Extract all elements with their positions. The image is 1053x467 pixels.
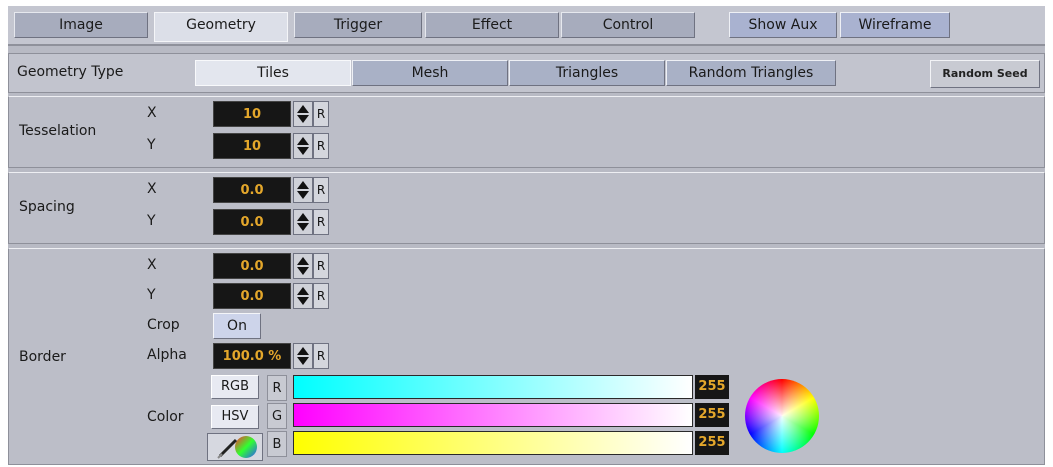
spacing-y-reset-button[interactable]: R [313,209,329,235]
geometry-type-label: Geometry Type [17,64,124,80]
border-label: Border [19,349,66,365]
arrow-up-icon [297,347,309,355]
border-y-field[interactable]: 0.0 [213,283,291,309]
tab-image[interactable]: Image [14,12,148,38]
random-seed-button[interactable]: Random Seed [930,60,1040,88]
arrow-down-icon [297,191,309,199]
channel-r-value[interactable]: 255 [695,375,729,399]
spacing-y-stepper[interactable] [293,209,313,235]
border-x-label: X [147,257,157,273]
geometry-type-mesh[interactable]: Mesh [352,60,508,86]
tesselation-panel: Tesselation X Y 10 R 10 R [8,96,1045,168]
channel-r-slider[interactable] [293,375,693,399]
tesselation-x-field[interactable]: 10 [213,101,291,127]
tesselation-y-reset-button[interactable]: R [313,133,329,159]
tesselation-label: Tesselation [19,123,97,139]
arrow-down-icon [297,115,309,123]
geometry-type-tiles[interactable]: Tiles [195,60,351,86]
spacing-panel: Spacing X Y 0.0 R 0.0 R [8,172,1045,244]
arrow-up-icon [297,287,309,295]
arrow-up-icon [297,137,309,145]
tesselation-x-reset-button[interactable]: R [313,101,329,127]
tesselation-y-stepper[interactable] [293,133,313,159]
eyedropper-icon [217,436,257,459]
spacing-y-field[interactable]: 0.0 [213,209,291,235]
spacing-x-reset-button[interactable]: R [313,177,329,203]
geometry-type-random-triangles[interactable]: Random Triangles [666,60,836,86]
tesselation-x-stepper[interactable] [293,101,313,127]
channel-g-slider[interactable] [293,403,693,427]
border-y-reset-button[interactable]: R [313,283,329,309]
geometry-type-row: Geometry Type Tiles Mesh Triangles Rando… [8,53,1045,93]
spacing-label: Spacing [19,199,75,215]
arrow-down-icon [297,223,309,231]
crop-label: Crop [147,317,180,333]
alpha-label: Alpha [147,347,187,363]
channel-b-label: B [267,431,287,457]
border-y-stepper[interactable] [293,283,313,309]
spacing-x-label: X [147,181,157,197]
border-y-label: Y [147,287,156,303]
tesselation-y-label: Y [147,137,156,153]
arrow-up-icon [297,181,309,189]
channel-b-slider[interactable] [293,431,693,455]
crop-toggle[interactable]: On [213,313,261,339]
arrow-up-icon [297,257,309,265]
border-x-field[interactable]: 0.0 [213,253,291,279]
geometry-type-triangles[interactable]: Triangles [509,60,665,86]
alpha-stepper[interactable] [293,343,313,369]
border-x-reset-button[interactable]: R [313,253,329,279]
color-label: Color [147,409,184,425]
tab-geometry[interactable]: Geometry [154,12,288,42]
channel-g-label: G [267,403,287,429]
arrow-down-icon [297,267,309,275]
tab-control[interactable]: Control [561,12,695,38]
tab-trigger[interactable]: Trigger [294,12,422,38]
spacing-y-label: Y [147,213,156,229]
border-x-stepper[interactable] [293,253,313,279]
arrow-up-icon [297,105,309,113]
alpha-reset-button[interactable]: R [313,343,329,369]
arrow-down-icon [297,297,309,305]
tab-effect[interactable]: Effect [425,12,559,38]
border-panel: Border X 0.0 R Y 0.0 R Crop On Alpha 100… [8,248,1045,465]
color-picker-button[interactable] [207,433,263,461]
channel-g-value[interactable]: 255 [695,403,729,427]
alpha-field[interactable]: 100.0 % [213,343,291,369]
spacing-x-stepper[interactable] [293,177,313,203]
wireframe-button[interactable]: Wireframe [840,12,950,38]
channel-r-label: R [267,375,287,401]
arrow-down-icon [297,147,309,155]
arrow-down-icon [297,357,309,365]
color-wheel[interactable] [745,379,819,453]
tesselation-y-field[interactable]: 10 [213,133,291,159]
tab-bar: Image Geometry Trigger Effect Control Sh… [8,6,1045,46]
tesselation-x-label: X [147,105,157,121]
hsv-mode-button[interactable]: HSV [211,405,259,429]
show-aux-button[interactable]: Show Aux [729,12,837,38]
rgb-mode-button[interactable]: RGB [211,375,259,399]
spacing-x-field[interactable]: 0.0 [213,177,291,203]
channel-b-value[interactable]: 255 [695,431,729,455]
arrow-up-icon [297,213,309,221]
geometry-editor: Image Geometry Trigger Effect Control Sh… [8,6,1045,465]
